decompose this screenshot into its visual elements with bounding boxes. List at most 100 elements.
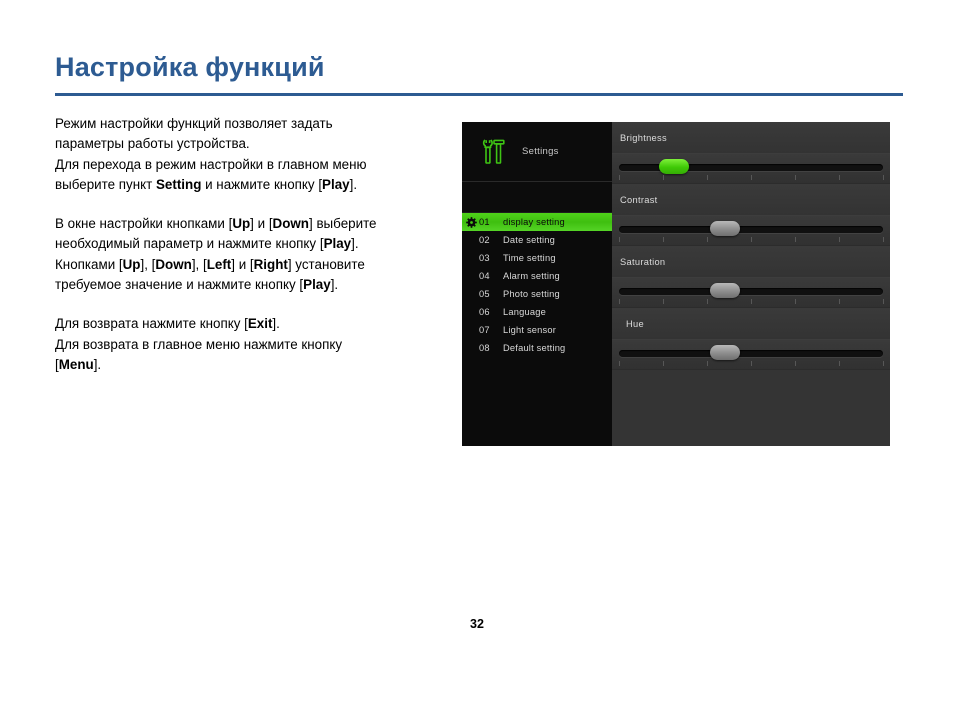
slider-tick <box>619 175 620 180</box>
slider-tick <box>883 299 884 304</box>
device-screenshot-panel: Settings 01 display setting 02 Date setting… <box>462 122 890 446</box>
slider-tick <box>707 175 708 180</box>
slider-tick <box>663 299 664 304</box>
slider-track[interactable] <box>619 226 883 233</box>
slider-tick <box>751 361 752 366</box>
slider-tick <box>795 299 796 304</box>
slider-tick <box>839 175 840 180</box>
text-run: выберите пункт <box>55 176 156 192</box>
text-run: параметры работы устройства. <box>55 136 250 152</box>
slider-thumb[interactable] <box>709 283 740 298</box>
slider-tick <box>839 361 840 366</box>
slider-label-row: Saturation <box>612 246 890 278</box>
menu-item-default-setting[interactable]: 08 Default setting <box>462 339 612 357</box>
menu-item-number: 01 <box>479 217 490 227</box>
text-run: В окне настройки кнопками [ <box>55 216 233 232</box>
menu-item-light-sensor[interactable]: 07 Light sensor <box>462 321 612 339</box>
instruction-paragraph: Режим настройки функций позволяет задать… <box>55 114 450 195</box>
menu-item-number: 06 <box>479 307 490 317</box>
menu-item-number: 04 <box>479 271 490 281</box>
menu-item-display-setting[interactable]: 01 display setting <box>462 213 612 231</box>
menu-item-label: Alarm setting <box>503 271 560 281</box>
text-run: ]. <box>272 316 280 332</box>
slider-thumb[interactable] <box>659 159 690 174</box>
device-slider-list: Brightness Contrast Saturation Hue <box>612 122 890 370</box>
emphasized-term: Up <box>232 216 251 232</box>
gear-icon <box>466 216 477 228</box>
menu-item-label: Photo setting <box>503 289 560 299</box>
menu-item-number: 08 <box>479 343 490 353</box>
text-run: необходимый параметр и нажмите кнопку [ <box>55 236 324 252</box>
emphasized-term: Play <box>322 176 350 192</box>
slider-label: Contrast <box>620 194 658 205</box>
slider-label: Saturation <box>620 256 666 267</box>
emphasized-term: Menu <box>58 356 94 372</box>
emphasized-term: Exit <box>247 316 273 332</box>
menu-item-label: Light sensor <box>503 325 557 335</box>
slider-tick <box>751 237 752 242</box>
slider-thumb[interactable] <box>709 221 740 236</box>
slider-tick <box>795 361 796 366</box>
text-run: Режим настройки функций позволяет задать <box>55 116 333 131</box>
slider-control-brightness[interactable] <box>612 154 890 183</box>
tools-wrench-hammer-icon <box>480 138 506 166</box>
device-sidebar-header-label: Settings <box>522 146 559 157</box>
slider-control-saturation[interactable] <box>612 278 890 307</box>
menu-item-label: Date setting <box>503 235 556 245</box>
text-run: Для возврата в главное меню нажмите кноп… <box>55 336 343 352</box>
slider-tick <box>795 175 796 180</box>
slider-tick-marks <box>619 361 884 367</box>
menu-item-photo-setting[interactable]: 05 Photo setting <box>462 285 612 303</box>
slider-tick <box>663 175 664 180</box>
page-title: Настройка функций <box>55 52 325 82</box>
text-run: Для перехода в режим настройки в главном… <box>55 156 367 172</box>
menu-item-number: 02 <box>479 235 490 245</box>
slider-block-brightness: Brightness <box>612 122 890 184</box>
slider-tick <box>839 299 840 304</box>
text-run: ] и [ <box>231 256 254 272</box>
title-divider-rule <box>55 93 903 96</box>
slider-tick <box>751 175 752 180</box>
slider-block-contrast: Contrast <box>612 184 890 246</box>
slider-tick <box>707 299 708 304</box>
menu-item-date-setting[interactable]: 02 Date setting <box>462 231 612 249</box>
menu-item-number: 03 <box>479 253 490 263</box>
slider-tick-marks <box>619 299 884 305</box>
text-run: и нажмите кнопку [ <box>201 176 323 192</box>
text-run: ] выберите <box>309 216 377 232</box>
text-run: ], [ <box>140 256 156 272</box>
slider-tick <box>619 237 620 242</box>
text-run: ]. <box>351 236 359 252</box>
slider-track[interactable] <box>619 350 883 357</box>
slider-block-hue: Hue <box>612 308 890 370</box>
menu-item-number: 05 <box>479 289 490 299</box>
text-run: ], [ <box>191 256 207 272</box>
device-settings-pane: Brightness Contrast Saturation Hue <box>612 122 890 446</box>
slider-tick <box>883 361 884 366</box>
text-run: ] и [ <box>250 216 273 232</box>
slider-label-row: Brightness <box>612 122 890 154</box>
text-run: ]. <box>330 277 339 293</box>
emphasized-term: Up <box>122 256 141 272</box>
slider-thumb[interactable] <box>709 345 740 360</box>
slider-tick <box>795 237 796 242</box>
menu-item-label: Language <box>503 307 546 317</box>
slider-control-contrast[interactable] <box>612 216 890 245</box>
menu-item-language[interactable]: 06 Language <box>462 303 612 321</box>
emphasized-term: Play <box>323 236 352 252</box>
slider-control-hue[interactable] <box>612 340 890 369</box>
slider-tick <box>883 175 884 180</box>
menu-item-label: display setting <box>503 217 565 227</box>
text-run: ]. <box>93 356 102 372</box>
menu-item-alarm-setting[interactable]: 04 Alarm setting <box>462 267 612 285</box>
emphasized-term: Down <box>155 256 192 272</box>
slider-track[interactable] <box>619 288 883 295</box>
menu-item-time-setting[interactable]: 03 Time setting <box>462 249 612 267</box>
device-sidebar-header: Settings <box>462 122 612 182</box>
menu-item-label: Time setting <box>503 253 556 263</box>
slider-tick <box>883 237 884 242</box>
slider-tick <box>707 237 708 242</box>
page-number: 32 <box>470 617 484 631</box>
slider-label: Hue <box>626 318 644 329</box>
slider-tick <box>839 237 840 242</box>
